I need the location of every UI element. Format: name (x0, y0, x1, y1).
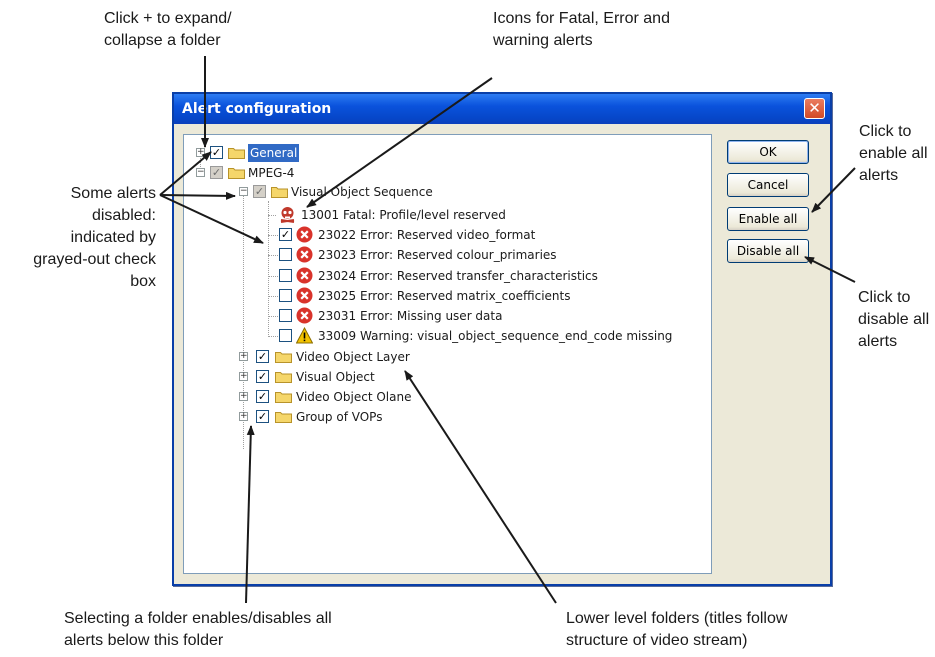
dialog-title: Alert configuration (182, 101, 332, 117)
callout-disable-all: Click to disable all alerts (858, 289, 930, 350)
error-x-icon (296, 267, 313, 284)
alert-label: 23023 Error: Reserved colour_primaries (318, 248, 557, 262)
collapse-icon[interactable]: − (239, 187, 248, 196)
tree-label: Group of VOPs (296, 410, 383, 424)
folder-checkbox[interactable]: ✓ (256, 390, 269, 403)
alert-label: 33009 Warning: visual_object_sequence_en… (318, 329, 673, 343)
error-x-icon (296, 246, 313, 263)
tree-label: Visual Object (296, 370, 375, 384)
warning-triangle-icon (296, 327, 313, 344)
tree-label: Visual Object Sequence (291, 185, 433, 199)
folder-checkbox[interactable]: ✓ (210, 146, 223, 159)
alert-label: 23025 Error: Reserved matrix_coefficient… (318, 289, 571, 303)
alert-checkbox[interactable] (279, 329, 292, 342)
folder-icon (275, 412, 292, 423)
expand-icon[interactable]: + (196, 148, 205, 157)
tree-folder[interactable]: + ✓ Video Object Layer (239, 348, 459, 366)
alert-tree[interactable]: + ✓ General − ✓ MPEG-4 − ✓ Visual Object… (183, 134, 712, 574)
collapse-icon[interactable]: − (196, 168, 205, 177)
callout-enable-all: Click to enable all alerts (859, 123, 928, 184)
alert-item-warning[interactable]: 33009 Warning: visual_object_sequence_en… (279, 327, 699, 345)
enable-all-button[interactable]: Enable all (727, 207, 809, 231)
close-button[interactable]: ✕ (804, 98, 825, 119)
folder-icon (275, 392, 292, 403)
alert-checkbox[interactable] (279, 248, 292, 261)
folder-icon (228, 168, 245, 179)
skull-icon (280, 207, 295, 223)
tree-folder[interactable]: + ✓ Video Object Olane (239, 388, 459, 406)
alert-label: 23024 Error: Reserved transfer_character… (318, 269, 598, 283)
disable-all-button[interactable]: Disable all (727, 239, 809, 263)
tree-guide (268, 201, 269, 335)
alert-label: 23022 Error: Reserved video_format (318, 228, 536, 242)
close-icon: ✕ (808, 99, 821, 117)
callout-disabled: Some alerts disabled: indicated by graye… (33, 185, 156, 290)
expand-icon[interactable]: + (239, 352, 248, 361)
tree-guide (268, 215, 276, 216)
folder-icon (271, 187, 288, 198)
folder-checkbox[interactable]: ✓ (256, 370, 269, 383)
alert-checkbox[interactable] (279, 309, 292, 322)
folder-checkbox[interactable]: ✓ (253, 185, 266, 198)
callout-folder-select: Selecting a folder enables/disables all … (64, 610, 332, 649)
alert-label: 23031 Error: Missing user data (318, 309, 503, 323)
ok-button[interactable]: OK (727, 140, 809, 164)
folder-checkbox[interactable]: ✓ (256, 350, 269, 363)
callout-icons: Icons for Fatal, Error and warning alert… (493, 10, 670, 49)
folder-icon (275, 352, 292, 363)
callout-expand: Click + to expand/ collapse a folder (104, 10, 232, 49)
folder-checkbox[interactable]: ✓ (210, 166, 223, 179)
tree-folder-mpeg4[interactable]: − ✓ MPEG-4 (196, 164, 356, 182)
tree-label: MPEG-4 (248, 166, 295, 180)
alert-item-error[interactable]: ✓ 23022 Error: Reserved video_format (279, 226, 599, 244)
folder-checkbox[interactable]: ✓ (256, 410, 269, 423)
alert-item-error[interactable]: 23025 Error: Reserved matrix_coefficient… (279, 287, 599, 305)
folder-icon (228, 148, 245, 159)
title-bar: Alert configuration ✕ (174, 94, 830, 124)
tree-label: Video Object Layer (296, 350, 410, 364)
alert-item-error[interactable]: 23024 Error: Reserved transfer_character… (279, 267, 599, 285)
expand-icon[interactable]: + (239, 412, 248, 421)
alert-checkbox[interactable]: ✓ (279, 228, 292, 241)
tree-label: Video Object Olane (296, 390, 412, 404)
alert-item-error[interactable]: 23023 Error: Reserved colour_primaries (279, 246, 599, 264)
alert-item-fatal[interactable]: 13001 Fatal: Profile/level reserved (279, 206, 599, 224)
error-x-icon (296, 307, 313, 324)
expand-icon[interactable]: + (239, 392, 248, 401)
tree-folder-general[interactable]: + ✓ General (196, 144, 356, 162)
error-x-icon (296, 287, 313, 304)
tree-folder[interactable]: + ✓ Visual Object (239, 368, 459, 386)
alert-label: 13001 Fatal: Profile/level reserved (301, 208, 506, 222)
cancel-button[interactable]: Cancel (727, 173, 809, 197)
folder-icon (275, 372, 292, 383)
alert-checkbox[interactable] (279, 289, 292, 302)
callout-lower-folders: Lower level folders (titles follow struc… (566, 610, 788, 649)
tree-label: General (248, 144, 300, 162)
error-x-icon (296, 226, 313, 243)
tree-folder-visual-object-sequence[interactable]: − ✓ Visual Object Sequence (239, 183, 459, 201)
alert-configuration-dialog: Alert configuration ✕ + ✓ General − ✓ MP… (172, 92, 832, 586)
alert-item-error[interactable]: 23031 Error: Missing user data (279, 307, 599, 325)
alert-checkbox[interactable] (279, 269, 292, 282)
expand-icon[interactable]: + (239, 372, 248, 381)
tree-folder[interactable]: + ✓ Group of VOPs (239, 408, 459, 426)
